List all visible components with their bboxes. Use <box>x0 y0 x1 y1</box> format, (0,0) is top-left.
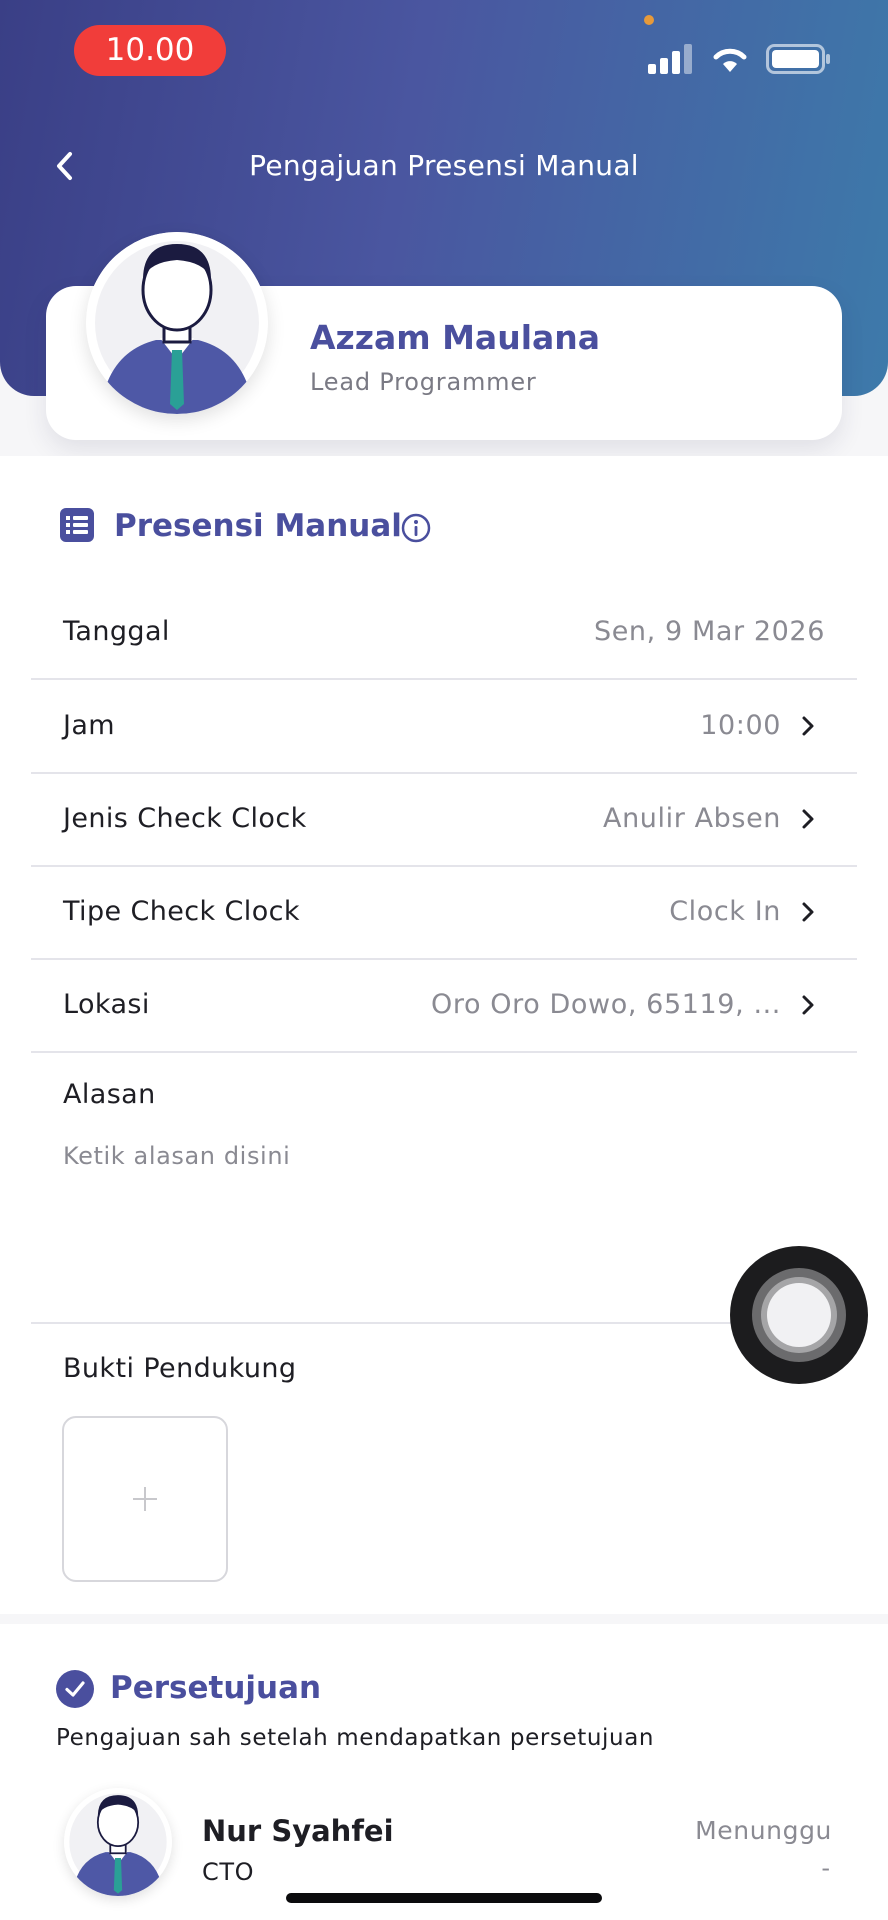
location-row[interactable]: Lokasi Oro Oro Dowo, 65119, ... <box>31 959 857 1053</box>
check-circle-icon <box>56 1670 94 1708</box>
date-value: Sen, 9 Mar 2026 <box>593 616 825 647</box>
date-label: Tanggal <box>63 616 170 647</box>
avatar-illustration <box>64 1788 172 1896</box>
status-time: 10.00 <box>74 25 226 76</box>
location-label: Lokasi <box>63 989 150 1020</box>
home-indicator <box>286 1893 602 1903</box>
reason-label: Alasan <box>63 1079 156 1110</box>
profile-role: Lead Programmer <box>310 368 537 396</box>
approver-name: Nur Syahfei <box>202 1814 394 1848</box>
reason-block: Alasan <box>31 1052 857 1324</box>
avatar-illustration <box>86 232 268 414</box>
page-title: Pengajuan Presensi Manual <box>249 149 639 182</box>
check-clock-kind-row[interactable]: Tipe Check Clock Clock In <box>31 866 857 960</box>
upload-proof-button[interactable] <box>62 1416 228 1582</box>
wifi-icon <box>713 48 747 72</box>
approver-avatar <box>64 1788 172 1896</box>
approver-role: CTO <box>202 1858 255 1886</box>
back-icon[interactable] <box>50 148 80 184</box>
plus-icon <box>133 1487 157 1511</box>
reason-input[interactable] <box>63 1142 803 1282</box>
chevron-right-icon <box>802 995 814 1015</box>
time-value: 10:00 <box>700 710 781 741</box>
approval-subtitle: Pengajuan sah setelah mendapatkan perset… <box>56 1725 655 1751</box>
avatar <box>86 232 268 414</box>
location-value: Oro Oro Dowo, 65119, ... <box>430 989 781 1020</box>
chevron-right-icon <box>802 716 814 736</box>
check-clock-kind-value: Clock In <box>669 896 781 927</box>
proof-label: Bukti Pendukung <box>63 1353 297 1384</box>
profile-name: Azzam Maulana <box>310 318 601 357</box>
approver-date: - <box>821 1854 830 1882</box>
time-label: Jam <box>63 710 116 741</box>
list-icon <box>60 508 94 542</box>
approver-status: Menunggu <box>695 1816 832 1845</box>
signal-icon <box>648 44 692 74</box>
check-clock-kind-label: Tipe Check Clock <box>63 896 300 927</box>
privacy-indicator-dot <box>644 15 654 25</box>
chevron-right-icon <box>802 809 814 829</box>
assistive-touch-button[interactable] <box>730 1246 868 1384</box>
assistive-touch-core <box>767 1283 831 1347</box>
time-row[interactable]: Jam 10:00 <box>31 680 857 774</box>
check-clock-type-row[interactable]: Jenis Check Clock Anulir Absen <box>31 773 857 867</box>
check-clock-type-label: Jenis Check Clock <box>63 803 307 834</box>
date-row[interactable]: Tanggal Sen, 9 Mar 2026 <box>31 586 857 680</box>
check-clock-type-value: Anulir Absen <box>603 803 781 834</box>
info-icon[interactable] <box>400 512 432 544</box>
section-title: Presensi Manual <box>114 508 402 544</box>
approval-title: Persetujuan <box>110 1670 322 1706</box>
chevron-right-icon <box>802 902 814 922</box>
battery-icon <box>766 44 830 74</box>
